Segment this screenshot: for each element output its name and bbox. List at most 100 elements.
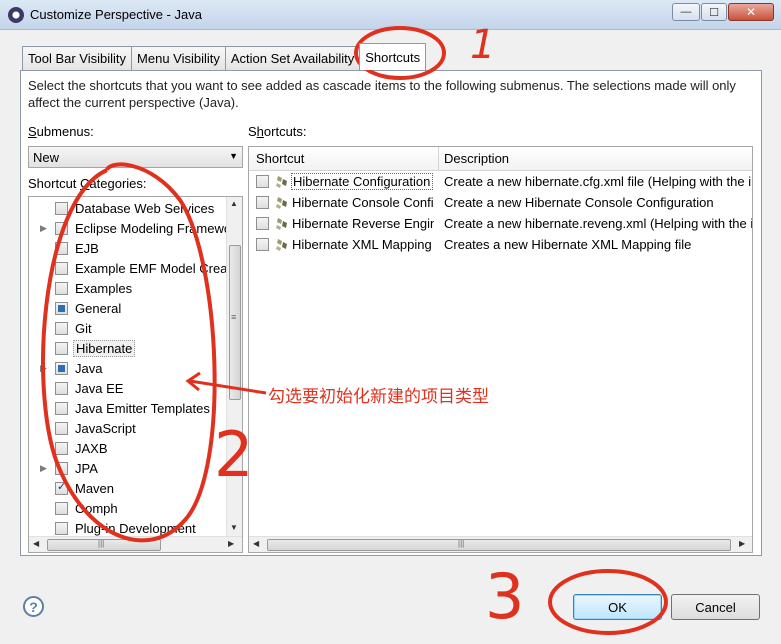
shortcut-name: Hibernate XML Mapping file (hbm.xml) <box>292 237 434 252</box>
tree-item[interactable]: JavaScript <box>29 418 229 438</box>
categories-tree[interactable]: Database Web Services ▶ Eclipse Modeling … <box>28 196 243 553</box>
checkbox[interactable] <box>256 238 269 251</box>
checkbox[interactable] <box>55 521 68 535</box>
checkbox[interactable] <box>55 281 68 295</box>
checkbox[interactable] <box>55 201 68 215</box>
checkbox[interactable] <box>55 301 68 315</box>
checkbox[interactable] <box>55 341 68 355</box>
hibernate-icon <box>276 176 287 188</box>
column-header-shortcut[interactable]: Shortcut <box>256 151 304 166</box>
help-icon[interactable]: ? <box>23 596 44 617</box>
annotation-step-3: 3 <box>485 560 525 633</box>
eclipse-app-icon <box>8 7 24 23</box>
checkbox[interactable] <box>55 241 68 255</box>
submenus-selected-value: New <box>33 150 60 165</box>
scroll-thumb[interactable]: ||| <box>47 539 161 551</box>
categories-horizontal-scrollbar[interactable]: ◀ ||| ▶ <box>29 536 242 552</box>
hibernate-icon <box>276 197 287 209</box>
checkbox[interactable] <box>55 381 68 395</box>
tree-item[interactable]: Git <box>29 318 229 338</box>
checkbox[interactable] <box>256 196 269 209</box>
grip-icon: ||| <box>98 539 105 548</box>
expand-arrow-icon[interactable]: ▶ <box>40 463 47 474</box>
table-header: Shortcut Description <box>249 147 752 171</box>
checkbox[interactable] <box>55 441 68 455</box>
title-bar: Customize Perspective - Java — ☐ ✕ <box>0 0 781 30</box>
scroll-up-arrow-icon[interactable]: ▲ <box>230 199 238 208</box>
tree-item[interactable]: Java EE <box>29 378 229 398</box>
submenus-dropdown[interactable]: New ▼ <box>28 146 243 168</box>
tree-item[interactable]: Oomph <box>29 498 229 518</box>
checkbox[interactable] <box>55 421 68 435</box>
tree-item[interactable]: Plug-in Development <box>29 518 229 538</box>
grip-icon: ||| <box>458 539 465 548</box>
table-row[interactable]: Hibernate XML Mapping file (hbm.xml) Cre… <box>249 234 752 255</box>
close-button[interactable]: ✕ <box>728 3 774 21</box>
checkbox[interactable] <box>55 221 68 235</box>
maximize-button[interactable]: ☐ <box>701 3 727 21</box>
cancel-button[interactable]: Cancel <box>671 594 760 620</box>
shortcuts-table[interactable]: Shortcut Description Hibernate Configura… <box>248 146 753 553</box>
shortcut-description: Create a new hibernate.reveng.xml (Helpi… <box>444 216 753 231</box>
tree-item[interactable]: Hibernate <box>29 338 229 358</box>
ok-button[interactable]: OK <box>573 594 662 620</box>
hibernate-icon <box>276 239 287 251</box>
tree-item[interactable]: Example EMF Model Creation Wizards <box>29 258 242 278</box>
shortcuts-label: Shortcuts: <box>248 124 307 139</box>
annotation-step-2: 2 <box>214 418 254 491</box>
table-row[interactable]: Hibernate Console Configuration Create a… <box>249 192 752 213</box>
description-text: Select the shortcuts that you want to se… <box>28 78 736 110</box>
shortcut-description: Create a new hibernate.cfg.xml file (Hel… <box>444 174 752 189</box>
tab-menu-visibility[interactable]: Menu Visibility <box>131 46 226 70</box>
tree-item[interactable]: General <box>29 298 229 318</box>
expand-arrow-icon[interactable]: ▶ <box>40 223 47 234</box>
table-row[interactable]: Hibernate Reverse Engineering File (reve… <box>249 213 753 234</box>
column-header-description[interactable]: Description <box>444 151 509 166</box>
tree-item[interactable]: ▶ Eclipse Modeling Framework <box>29 218 242 238</box>
tree-item[interactable]: EJB <box>29 238 229 258</box>
annotation-step-1: 1 <box>470 22 496 68</box>
scroll-thumb[interactable]: ≡ <box>229 245 241 400</box>
shortcut-name: Hibernate Configuration File (cfg.xml) <box>291 173 433 190</box>
shortcuts-horizontal-scrollbar[interactable]: ◀ ||| ▶ <box>249 536 752 552</box>
tab-shortcuts[interactable]: Shortcuts <box>359 43 427 70</box>
tree-item[interactable]: Java Emitter Templates <box>29 398 229 418</box>
checkbox[interactable] <box>55 321 68 335</box>
checkbox[interactable] <box>55 261 68 275</box>
checkbox[interactable] <box>55 480 68 495</box>
expand-arrow-icon[interactable]: ▶ <box>40 363 47 374</box>
shortcut-categories-label: Shortcut Categories: <box>28 176 147 191</box>
checkbox[interactable] <box>55 501 68 515</box>
checkbox[interactable] <box>256 175 269 188</box>
tab-tool-bar-visibility[interactable]: Tool Bar Visibility <box>22 46 133 70</box>
scroll-left-arrow-icon[interactable]: ◀ <box>33 539 39 548</box>
scroll-down-arrow-icon[interactable]: ▼ <box>230 523 238 532</box>
window-title: Customize Perspective - Java <box>30 7 202 22</box>
tree-item[interactable]: Maven <box>29 478 229 498</box>
checkbox[interactable] <box>55 401 68 415</box>
scroll-right-arrow-icon[interactable]: ▶ <box>739 539 745 548</box>
scroll-thumb[interactable]: ||| <box>267 539 731 551</box>
chevron-down-icon: ▼ <box>229 151 238 161</box>
checkbox[interactable] <box>55 361 68 375</box>
tree-item[interactable]: ▶ JPA <box>29 458 229 478</box>
table-row[interactable]: Hibernate Configuration File (cfg.xml) C… <box>249 171 752 192</box>
checkbox[interactable] <box>55 461 68 475</box>
tree-item[interactable]: Examples <box>29 278 229 298</box>
shortcut-name: Hibernate Reverse Engineering File (reve… <box>292 216 434 231</box>
tree-item[interactable]: Database Web Services <box>29 198 229 218</box>
tab-action-set-availability[interactable]: Action Set Availability <box>224 46 361 70</box>
tree-item[interactable]: ▶ Java <box>29 358 229 378</box>
shortcut-description: Create a new Hibernate Console Configura… <box>444 195 714 210</box>
tab-bar: Tool Bar Visibility Menu Visibility Acti… <box>22 43 427 70</box>
shortcut-description: Creates a new Hibernate XML Mapping file <box>444 237 692 252</box>
shortcut-name: Hibernate Console Configuration <box>292 195 434 210</box>
scroll-right-arrow-icon[interactable]: ▶ <box>228 539 234 548</box>
column-divider[interactable] <box>438 147 439 171</box>
tree-item[interactable]: JAXB <box>29 438 229 458</box>
hibernate-icon <box>276 218 287 230</box>
checkbox[interactable] <box>256 217 269 230</box>
scroll-left-arrow-icon[interactable]: ◀ <box>253 539 259 548</box>
minimize-button[interactable]: — <box>672 3 700 21</box>
annotation-note: 勾选要初始化新建的项目类型 <box>268 387 489 406</box>
